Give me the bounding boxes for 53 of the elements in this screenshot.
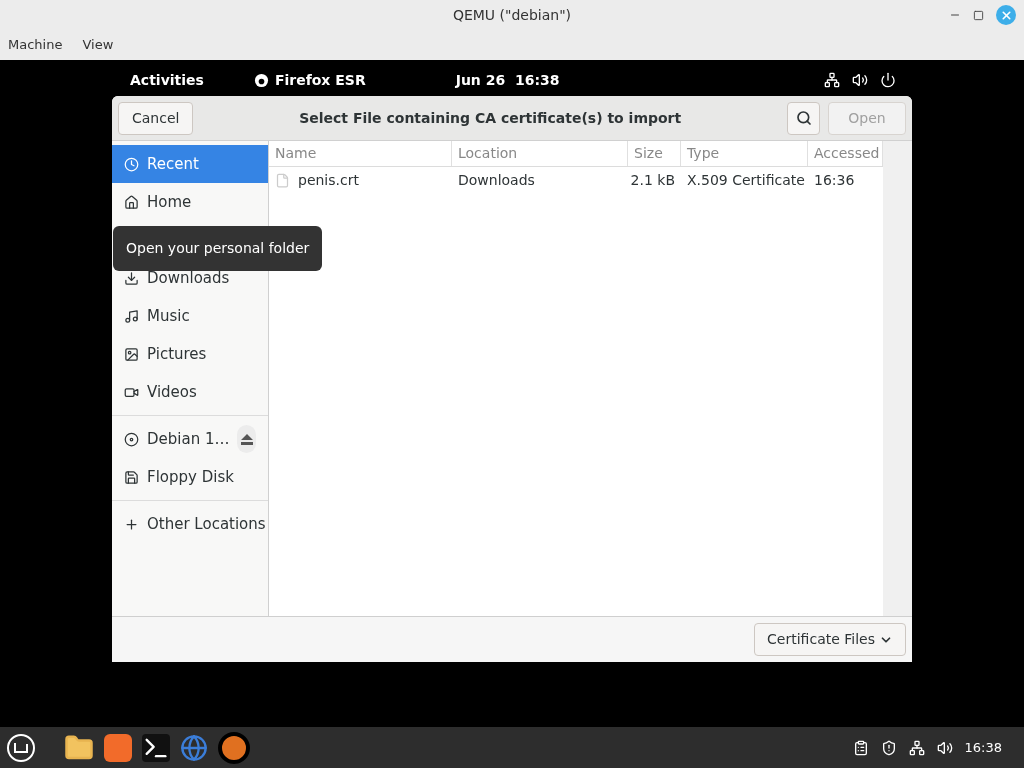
disc-icon [124, 431, 139, 447]
table-cell-text: 2.1 kB [630, 170, 675, 190]
globe-icon[interactable] [180, 733, 208, 762]
app-menu[interactable]: Firefox ESR [274, 69, 366, 91]
table-cell-text: 16:36 [814, 170, 855, 190]
column-header[interactable]: Type [681, 141, 808, 166]
activities-button[interactable]: Activities [130, 69, 204, 91]
tooltip: Open your personal folder [113, 226, 323, 271]
column-header[interactable]: Location [452, 141, 628, 166]
search-icon [795, 110, 812, 126]
download-icon [124, 270, 139, 286]
shield-icon[interactable] [880, 739, 897, 756]
network-icon[interactable] [908, 739, 925, 756]
volume-icon[interactable] [852, 72, 868, 88]
window-title: QEMU ("debian") [452, 5, 572, 25]
volume-icon[interactable] [936, 739, 953, 756]
network-icon[interactable] [824, 72, 840, 88]
menu-logo-icon[interactable] [6, 732, 36, 763]
sidebar-label: Home [147, 191, 192, 213]
table-cell-text: Downloads [458, 170, 535, 190]
column-header[interactable]: Name [269, 141, 452, 166]
sidebar-label: Floppy Disk [147, 466, 234, 488]
sidebar-label: Debian 1… [147, 428, 230, 450]
eject-icon [240, 433, 253, 445]
plus-icon [124, 516, 139, 532]
music-note-icon [124, 308, 139, 324]
sidebar-label: Music [147, 305, 190, 327]
table-cell-text: X.509 Certificate [687, 170, 805, 190]
dialog-title: Select File containing CA certificate(s) to import [298, 108, 683, 128]
filter-dropdown[interactable]: Certificate Files [754, 623, 906, 656]
taskbar-clock[interactable]: 16:38 [964, 737, 1002, 758]
table-cell-text: penis.crt [298, 170, 359, 190]
cancel-button[interactable]: Cancel [118, 101, 194, 135]
clock[interactable]: Jun 26 16:38 [455, 69, 560, 91]
menu-item[interactable]: Machine [8, 35, 63, 55]
file-icon [275, 172, 290, 188]
clock-icon [124, 156, 139, 172]
sidebar-label: Recent [147, 153, 199, 175]
column-header[interactable]: Size [628, 141, 681, 166]
sidebar-label: Pictures [147, 343, 207, 365]
home-icon [124, 194, 139, 210]
search-button[interactable] [787, 101, 820, 135]
power-icon[interactable] [880, 72, 896, 88]
eject-button[interactable] [237, 425, 256, 453]
sidebar-item[interactable]: Recent [112, 145, 268, 183]
picture-icon [124, 346, 139, 362]
clipboard-icon[interactable] [852, 739, 869, 756]
sidebar-label: Videos [147, 381, 197, 403]
maximize-icon[interactable] [973, 9, 984, 21]
close-icon [999, 8, 1013, 22]
sidebar-label: Other Locations [147, 513, 266, 535]
terminal-icon[interactable] [142, 733, 170, 762]
menu-item[interactable]: View [82, 35, 114, 55]
